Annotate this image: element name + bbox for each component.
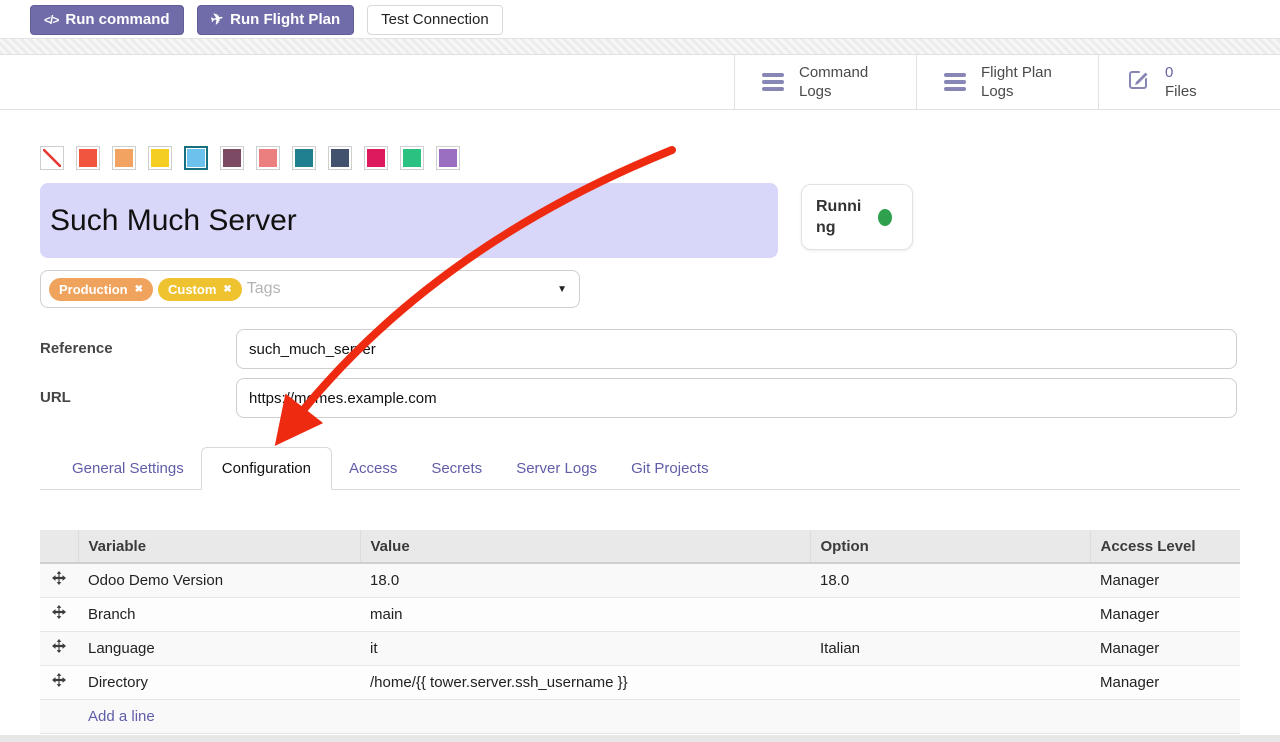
test-connection-label: Test Connection [381, 11, 489, 29]
cell-access-level[interactable]: Manager [1090, 563, 1240, 597]
field-group: Reference such_much_server URL https://m… [40, 329, 1237, 418]
table-row[interactable]: Branch main Manager [40, 597, 1240, 631]
url-field-row: URL https://memes.example.com [40, 378, 1237, 418]
tab-access[interactable]: Access [332, 448, 414, 489]
dropdown-caret-icon[interactable]: ▼ [557, 284, 567, 295]
swatch-teal[interactable] [292, 146, 316, 170]
swatch-navy[interactable] [328, 146, 352, 170]
cell-option[interactable] [810, 665, 1090, 699]
column-header-option[interactable]: Option [810, 530, 1090, 563]
tab-general-settings[interactable]: General Settings [55, 448, 201, 489]
remove-tag-icon[interactable]: ✖ [135, 284, 143, 295]
swatch-dark-purple[interactable] [220, 146, 244, 170]
cell-value[interactable]: 18.0 [360, 563, 810, 597]
drag-handle-icon[interactable] [52, 571, 66, 589]
cell-variable: Language [88, 640, 155, 657]
tab-git-projects[interactable]: Git Projects [614, 448, 726, 489]
reference-input[interactable]: such_much_server [236, 329, 1237, 369]
action-toolbar: </> Run command ✈ Run Flight Plan Test C… [0, 0, 1280, 38]
column-header-variable[interactable]: Variable [78, 530, 360, 563]
remove-tag-icon[interactable]: ✖ [223, 284, 231, 295]
table-row[interactable]: Language it Italian Manager [40, 631, 1240, 665]
status-label: Running [816, 196, 868, 238]
texture-divider [0, 38, 1280, 55]
table-header-row: Variable Value Option Access Level [40, 530, 1240, 563]
handle-column-header [40, 530, 78, 563]
bottom-scroll-strip [0, 735, 1280, 742]
form-sheet: Such Much Server Running Production ✖ Cu… [0, 146, 1280, 734]
flight-plan-logs-label: Flight Plan Logs [981, 63, 1052, 101]
cell-variable: Branch [88, 606, 136, 623]
test-connection-button[interactable]: Test Connection [367, 5, 503, 35]
tags-placeholder: Tags [247, 280, 281, 298]
list-icon [762, 73, 784, 91]
tag-production[interactable]: Production ✖ [49, 278, 153, 301]
column-header-value[interactable]: Value [360, 530, 810, 563]
tags-input[interactable]: Production ✖ Custom ✖ Tags ▼ [40, 270, 580, 308]
run-command-button[interactable]: </> Run command [30, 5, 184, 35]
drag-handle-icon[interactable] [52, 673, 66, 691]
table-row[interactable]: Odoo Demo Version 18.0 18.0 Manager [40, 563, 1240, 597]
code-icon: </> [44, 11, 58, 29]
reference-field-row: Reference such_much_server [40, 329, 1237, 369]
files-button[interactable]: 0 Files [1098, 55, 1280, 109]
cell-option[interactable]: Italian [810, 631, 1090, 665]
server-name-input[interactable]: Such Much Server [40, 183, 778, 258]
command-logs-label: Command Logs [799, 63, 868, 101]
cell-value[interactable]: /home/{{ tower.server.ssh_username }} [360, 665, 810, 699]
swatch-green[interactable] [400, 146, 424, 170]
swatch-no-color[interactable] [40, 146, 64, 170]
table-row[interactable]: Directory /home/{{ tower.server.ssh_user… [40, 665, 1240, 699]
add-line-row: Add a line [40, 699, 1240, 733]
status-badge[interactable]: Running [801, 184, 913, 250]
button-box: Command Logs Flight Plan Logs 0 Files [0, 55, 1280, 110]
cell-variable: Odoo Demo Version [88, 572, 223, 589]
color-picker [40, 146, 1240, 170]
reference-label: Reference [40, 329, 236, 369]
files-label: 0 Files [1165, 63, 1197, 101]
command-logs-button[interactable]: Command Logs [734, 55, 916, 109]
swatch-purple[interactable] [436, 146, 460, 170]
list-icon [944, 73, 966, 91]
swatch-salmon[interactable] [256, 146, 280, 170]
run-command-label: Run command [65, 11, 169, 29]
cell-variable: Directory [88, 674, 148, 691]
swatch-raspberry[interactable] [364, 146, 388, 170]
cell-value[interactable]: main [360, 597, 810, 631]
cell-option[interactable] [810, 597, 1090, 631]
swatch-light-blue-selected[interactable] [184, 146, 208, 170]
cell-access-level[interactable]: Manager [1090, 597, 1240, 631]
variables-table: Variable Value Option Access Level Odoo … [40, 530, 1240, 734]
column-header-access-level[interactable]: Access Level [1090, 530, 1240, 563]
cell-value[interactable]: it [360, 631, 810, 665]
run-flight-plan-label: Run Flight Plan [230, 11, 340, 29]
cell-access-level[interactable]: Manager [1090, 631, 1240, 665]
title-row: Such Much Server Running [40, 183, 1240, 258]
swatch-orange[interactable] [112, 146, 136, 170]
status-dot [878, 209, 892, 226]
tab-configuration[interactable]: Configuration [201, 447, 332, 490]
flight-plan-logs-button[interactable]: Flight Plan Logs [916, 55, 1098, 109]
tab-server-logs[interactable]: Server Logs [499, 448, 614, 489]
swatch-red[interactable] [76, 146, 100, 170]
swatch-yellow[interactable] [148, 146, 172, 170]
notebook-tabs: General Settings Configuration Access Se… [40, 447, 1240, 490]
run-flight-plan-button[interactable]: ✈ Run Flight Plan [197, 5, 355, 35]
cell-access-level[interactable]: Manager [1090, 665, 1240, 699]
drag-handle-icon[interactable] [52, 605, 66, 623]
plane-icon: ✈ [209, 10, 225, 30]
cell-option[interactable]: 18.0 [810, 563, 1090, 597]
drag-handle-icon[interactable] [52, 639, 66, 657]
url-input[interactable]: https://memes.example.com [236, 378, 1237, 418]
url-label: URL [40, 378, 236, 418]
edit-icon [1126, 68, 1150, 97]
add-a-line-link[interactable]: Add a line [88, 708, 155, 725]
tab-secrets[interactable]: Secrets [414, 448, 499, 489]
tag-custom[interactable]: Custom ✖ [158, 278, 242, 301]
